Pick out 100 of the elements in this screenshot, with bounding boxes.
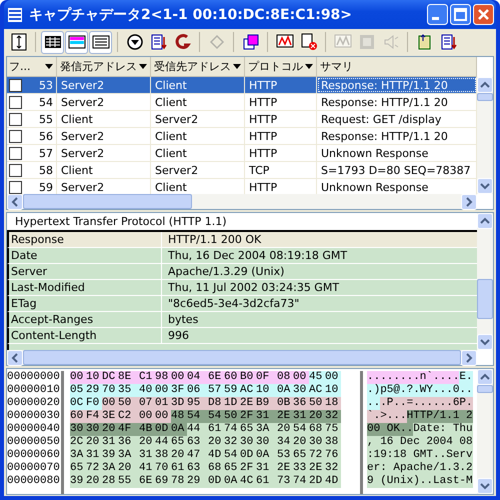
table-cell: TCP <box>245 162 317 178</box>
detail-row[interactable]: Date Thu, 16 Dec 2004 08:19:18 GMT <box>7 248 477 264</box>
field-name: Accept-Ranges <box>9 312 162 327</box>
column-header[interactable]: 受信先アドレス <box>151 57 245 76</box>
offset-label: 00000070 <box>7 462 61 475</box>
field-name: Content-Length <box>9 328 162 343</box>
detail-row[interactable]: Server Apache/1.3.29 (Unix) <box>7 264 477 280</box>
scroll-arrow-button[interactable] <box>477 478 493 494</box>
detail-row[interactable]: Response HTTP/1.1 200 OK <box>7 232 477 248</box>
packet-row[interactable]: 55 Client Server2 HTTP Request: GET /display <box>7 111 477 128</box>
fit-height-icon <box>10 33 28 51</box>
table-cell: Server2 <box>57 145 151 161</box>
column-header[interactable]: プロトコル <box>245 57 317 76</box>
column-header[interactable]: 発信元アドレス <box>57 57 151 76</box>
table-cell: 59 <box>39 180 53 194</box>
column-header[interactable]: サマリ <box>317 57 477 76</box>
ascii-text: ........n`.... <box>367 371 460 384</box>
ascii-text: `.>... <box>367 410 407 423</box>
hex-bytes: 05 29 70 35 40 00 3F 06 57 59 AC 10 0A 30 AC 10 <box>70 384 341 397</box>
hex-bytes: 2C 20 31 36 20 44 65 63 20 32 30 30 34 20 30 38 <box>70 436 341 449</box>
windows-icon <box>242 33 260 51</box>
checkbox[interactable] <box>9 96 22 108</box>
detail-row[interactable]: Content-Length 996 <box>7 328 477 344</box>
checkbox[interactable] <box>9 180 22 194</box>
packet-row[interactable]: 58 Client Server2 TCP S=1793 D=80 SEQ=78387 <box>7 162 477 179</box>
dropdown-arrow-icon[interactable] <box>139 64 147 69</box>
hex-bytes: 30 30 20 4F 4B 0D 0A <box>70 423 187 436</box>
packet-row[interactable]: 54 Server2 Client HTTP Response: HTTP/1.1 20 <box>7 94 477 111</box>
detail-row[interactable]: ETag "8c6ed5-3e4-3d2cfa73" <box>7 296 477 312</box>
dropdown-arrow-icon[interactable] <box>45 64 53 69</box>
detail-row[interactable]: Accept-Ranges bytes <box>7 312 477 328</box>
table-cell: Client <box>57 111 151 127</box>
packet-row[interactable]: 56 Server2 Client HTTP Response: HTTP/1.1 20 <box>7 128 477 145</box>
offset-label: 00000020 <box>7 397 61 410</box>
shape-icon <box>208 33 226 51</box>
scroll-arrow-button[interactable] <box>477 77 493 93</box>
scroll-arrow-button[interactable] <box>477 213 493 229</box>
hex-bytes: 65 72 3A 20 41 70 61 63 68 65 2F 31 2E 33 2E 32 <box>70 462 341 475</box>
maximize-button[interactable] <box>450 4 471 25</box>
hex-bytes: 44 61 74 65 3A 20 54 68 75 <box>187 423 341 436</box>
scroll-arrow-button[interactable] <box>7 194 23 210</box>
packet-row[interactable]: 53 Server2 Client HTTP Response: HTTP/1.1 20 <box>7 77 477 94</box>
table-cell: Server2 <box>151 111 245 127</box>
table-cell: HTTP <box>245 111 317 127</box>
list-icon <box>440 33 458 51</box>
field-name: Date <box>9 248 162 263</box>
checkbox[interactable] <box>9 146 22 160</box>
offset-label: 00000030 <box>7 410 61 423</box>
offset-label: 00000080 <box>7 475 61 488</box>
offset-label: 00000040 <box>7 423 61 436</box>
hex-bytes: 45 00 <box>309 371 341 384</box>
scroll-thumb[interactable] <box>23 194 192 209</box>
ascii-text: .. <box>367 397 380 410</box>
scroll-arrow-button[interactable] <box>477 334 493 350</box>
packet-row[interactable]: 57 Server2 Client HTTP Unknown Response <box>7 145 477 162</box>
scroll-arrow-button[interactable] <box>461 194 477 210</box>
vertical-scrollbar[interactable] <box>477 213 493 350</box>
checkbox[interactable] <box>9 112 22 126</box>
table-cell: 55 <box>39 112 53 126</box>
swirl-icon <box>174 33 192 51</box>
dropdown-arrow-icon[interactable] <box>233 64 241 69</box>
vertical-scrollbar[interactable] <box>477 369 493 494</box>
field-value: "8c6ed5-3e4-3d2cfa73" <box>167 296 300 311</box>
detail-row[interactable]: Last-Modified Thu, 11 Jul 2002 03:24:35 GMT <box>7 280 477 296</box>
offset-label: 00000050 <box>7 436 61 449</box>
field-name: ETag <box>9 296 162 311</box>
hex-bytes: 48 54 54 50 2F 31 2E 31 20 32 <box>171 410 341 423</box>
vertical-scrollbar[interactable] <box>477 77 493 194</box>
delete-document-icon <box>300 33 318 51</box>
checkbox[interactable] <box>9 130 22 142</box>
ascii-text: HTTP/1.1 2 <box>406 410 473 423</box>
close-button[interactable] <box>473 4 494 25</box>
checkbox[interactable] <box>9 164 22 176</box>
minimize-button[interactable] <box>427 4 448 25</box>
scroll-arrow-button[interactable] <box>461 350 477 366</box>
color-table-icon <box>68 33 86 51</box>
table-cell: HTTP <box>245 145 317 161</box>
scroll-arrow-button[interactable] <box>477 369 493 385</box>
column-header[interactable]: フ... <box>7 57 57 76</box>
checkbox[interactable] <box>9 78 22 92</box>
toolbar-button[interactable] <box>65 30 88 54</box>
hex-bytes: 00 10 DC 8E C1 98 00 04 6E 60 B0 0F 08 00 <box>70 371 309 384</box>
hex-bytes: 3A 31 39 3A 31 38 20 47 4D 54 0D 0A 53 65 72 76 <box>70 449 341 462</box>
table-cell: 57 <box>39 146 53 160</box>
dropdown-arrow-icon[interactable] <box>305 64 313 69</box>
toolbar-button[interactable] <box>89 30 112 54</box>
ascii-text: :19:18 GMT..Serv <box>367 449 473 462</box>
offset-label: 00000000 <box>7 371 61 384</box>
scroll-arrow-button[interactable] <box>7 350 23 366</box>
table-cell: 58 <box>39 164 53 176</box>
scroll-arrow-button[interactable] <box>477 178 493 194</box>
field-value: Thu, 11 Jul 2002 03:24:35 GMT <box>167 280 340 295</box>
scroll-thumb[interactable] <box>477 385 493 393</box>
toolbar-button[interactable] <box>41 30 64 54</box>
horizontal-scrollbar[interactable] <box>7 194 477 209</box>
scroll-thumb[interactable] <box>477 279 493 319</box>
table-icon <box>44 33 62 51</box>
table-cell: Client <box>151 128 245 144</box>
field-value: bytes <box>167 312 198 327</box>
scroll-thumb[interactable] <box>477 93 493 101</box>
